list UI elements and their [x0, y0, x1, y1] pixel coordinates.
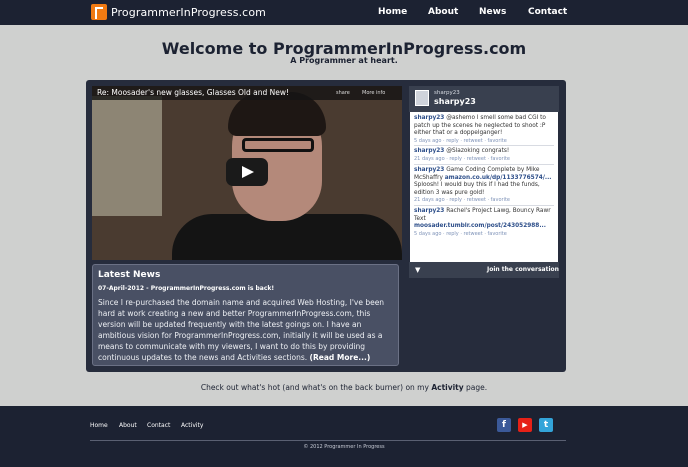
logo-icon: [91, 4, 107, 20]
twitter-icon[interactable]: t: [539, 418, 553, 432]
site-logo[interactable]: ProgrammerInProgress.com: [91, 4, 266, 20]
activity-link[interactable]: Activity: [431, 383, 463, 392]
tweet-user[interactable]: sharpy23: [414, 208, 444, 214]
tweet-link[interactable]: amazon.co.uk/dp/1133776574/...: [445, 175, 552, 181]
tweet-divider: [414, 145, 554, 146]
footer-divider: [90, 440, 566, 441]
play-icon[interactable]: [226, 158, 268, 186]
footer-activity-link[interactable]: Activity: [181, 422, 203, 429]
tweet-text-continued: Sploosh! I would buy this if I had the f…: [414, 182, 540, 196]
tweet-meta[interactable]: 21 days ago · reply · retweet · favorite: [414, 197, 510, 203]
tweet-item: sharpy23 Game Coding Complete by Mike Mc…: [414, 167, 556, 205]
nav-about-link[interactable]: About: [428, 7, 458, 17]
tweet-link[interactable]: moosader.tumblr.com/post/243052988...: [414, 223, 546, 229]
video-person-glasses: [242, 138, 314, 152]
tweet-meta[interactable]: 5 days ago · reply · retweet · favorite: [414, 138, 507, 144]
twitter-bird-icon[interactable]: ▼: [415, 266, 420, 274]
nav-home-link[interactable]: Home: [378, 7, 407, 17]
tweet-text: @Slazoking congrats!: [446, 148, 510, 154]
tweet-meta[interactable]: 21 days ago · reply · retweet · favorite: [414, 156, 510, 162]
footer-contact-link[interactable]: Contact: [147, 422, 170, 429]
twitter-widget-footer: ▼ Join the conversation: [409, 262, 559, 278]
video-title[interactable]: Re: Moosader's new glasses, Glasses Old …: [97, 88, 289, 97]
tweet-meta[interactable]: 5 days ago · reply · retweet · favorite: [414, 231, 507, 237]
video-person-shirt: [172, 214, 402, 260]
promo-text-before: Check out what's hot (and what's on the …: [200, 383, 432, 392]
latest-news-box: Latest News 07-April-2012 - ProgrammerIn…: [92, 264, 399, 366]
tweet-user[interactable]: sharpy23: [414, 115, 444, 121]
nav-news-link[interactable]: News: [479, 7, 506, 17]
copyright-text: © 2012 Programmer In Progress: [303, 444, 385, 450]
tweet-user[interactable]: sharpy23: [414, 148, 444, 154]
video-share-button[interactable]: share: [336, 90, 350, 96]
video-more-info-button[interactable]: More info: [362, 90, 385, 96]
promo-text-after: page.: [463, 383, 488, 392]
news-body: Since I re-purchased the domain name and…: [98, 297, 396, 363]
avatar[interactable]: [415, 90, 429, 106]
join-conversation-link[interactable]: Join the conversation: [487, 266, 559, 273]
twitter-handle-small[interactable]: sharpy23: [434, 90, 460, 96]
twitter-widget-header: sharpy23 sharpy23: [409, 86, 559, 112]
page-tagline: A Programmer at heart.: [290, 56, 398, 65]
news-heading: Latest News: [98, 270, 161, 280]
news-date-line: 07-April-2012 - ProgrammerInProgress.com…: [98, 285, 275, 292]
top-nav-bar: ProgrammerInProgress.com Home About News…: [0, 0, 688, 25]
tweet-item: sharpy23 Rachel's Project Lawg, Bouncy R…: [414, 208, 556, 238]
footer-about-link[interactable]: About: [119, 422, 137, 429]
nav-contact-link[interactable]: Contact: [528, 7, 567, 17]
logo-text: ProgrammerInProgress.com: [111, 5, 266, 19]
tweet-item: sharpy23 @Slazoking congrats! 21 days ag…: [414, 148, 556, 163]
tweet-list: sharpy23 @ashemo I smell some bad CGI to…: [410, 112, 558, 262]
tweet-user[interactable]: sharpy23: [414, 167, 444, 173]
tweet-divider: [414, 164, 554, 165]
tweet-item: sharpy23 @ashemo I smell some bad CGI to…: [414, 115, 556, 145]
site-footer: Home About Contact Activity f ▶ t © 2012…: [0, 406, 688, 467]
video-background-light: [92, 96, 162, 216]
video-title-bar: Re: Moosader's new glasses, Glasses Old …: [92, 86, 402, 100]
facebook-icon[interactable]: f: [497, 418, 511, 432]
activity-promo: Check out what's hot (and what's on the …: [0, 383, 688, 392]
tweet-divider: [414, 205, 554, 206]
twitter-handle[interactable]: sharpy23: [434, 97, 476, 106]
read-more-link[interactable]: (Read More...): [310, 353, 371, 362]
footer-home-link[interactable]: Home: [90, 422, 108, 429]
youtube-icon[interactable]: ▶: [518, 418, 532, 432]
video-player[interactable]: Re: Moosader's new glasses, Glasses Old …: [92, 86, 402, 260]
